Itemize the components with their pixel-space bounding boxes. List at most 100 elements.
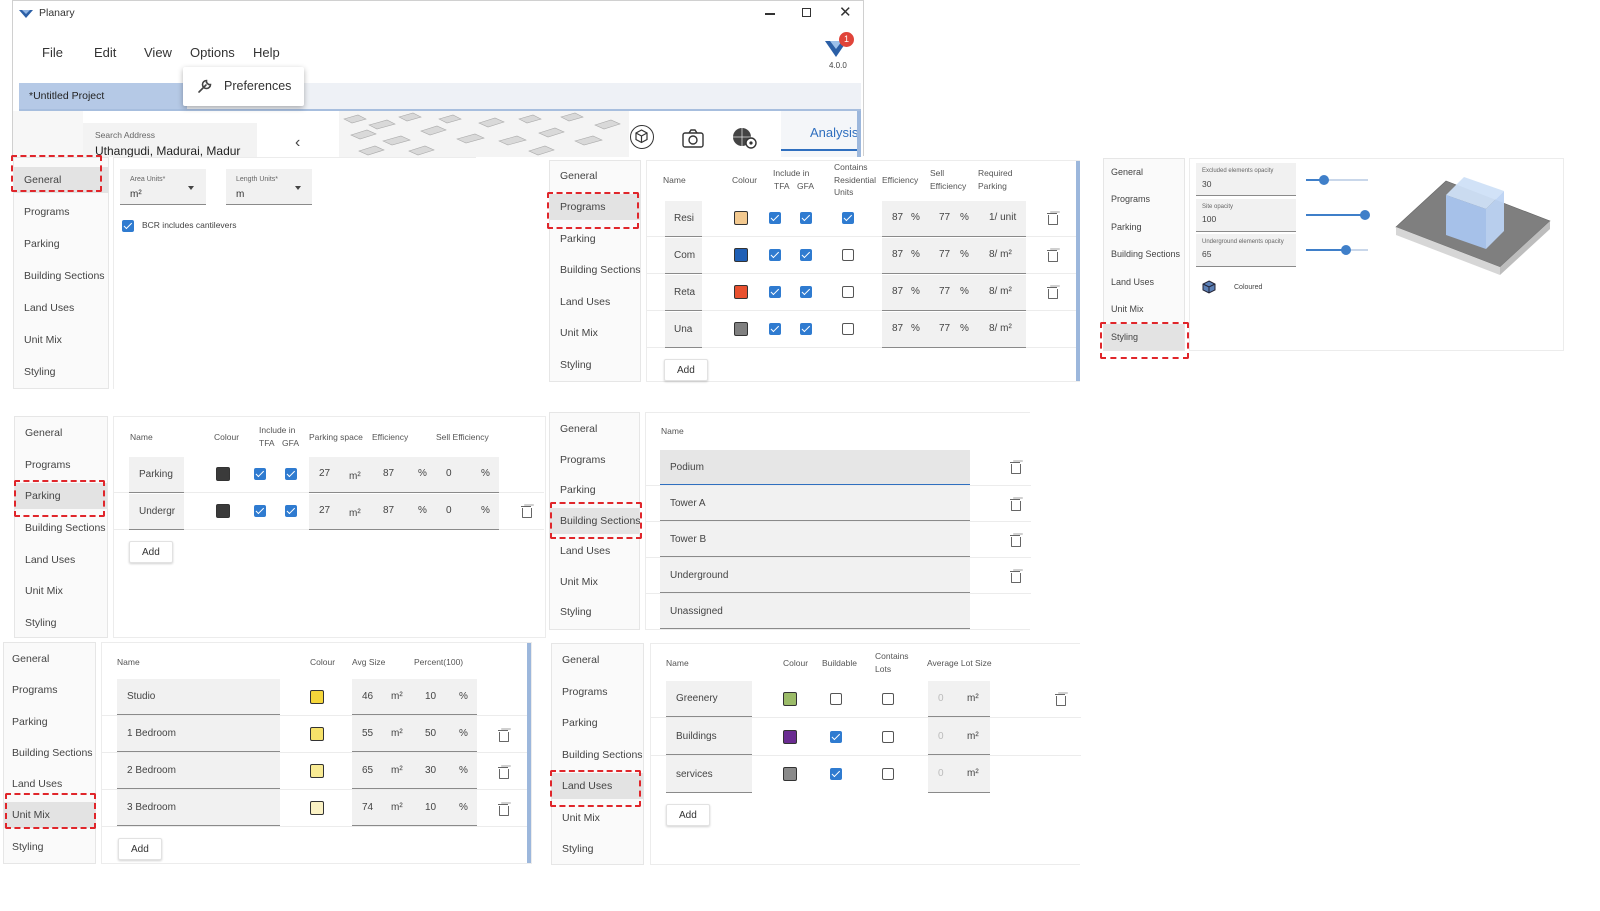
unit-name-input[interactable]: 2 Bedroom [117,753,280,789]
maximize-icon[interactable] [802,8,811,17]
program-name-input[interactable]: Resi [665,201,702,237]
analysis-tab[interactable]: Analysis [810,125,858,140]
nav-styling[interactable]: Styling [552,836,643,862]
add-parking-button[interactable]: Add [129,541,173,563]
nav-unit-mix[interactable]: Unit Mix [4,802,95,828]
nav-unit-mix[interactable]: Unit Mix [15,578,107,604]
unit-name-input[interactable]: Studio [117,679,280,715]
unit-colour-swatch[interactable] [310,727,324,741]
nav-general[interactable]: General [1104,159,1184,185]
residential-checkbox[interactable] [842,212,854,224]
coloured-cube-icon[interactable] [1202,280,1216,294]
nav-building-sections[interactable]: Building Sections [550,508,641,534]
add-unit-button[interactable]: Add [118,838,162,860]
gfa-checkbox[interactable] [285,468,297,480]
tfa-checkbox[interactable] [254,505,266,517]
nav-general[interactable]: General [550,163,640,189]
tfa-checkbox[interactable] [254,468,266,480]
program-colour-swatch[interactable] [734,322,748,336]
parking-colour-swatch[interactable] [216,467,230,481]
nav-building-sections[interactable]: Building Sections [15,515,107,541]
nav-parking[interactable]: Parking [550,477,639,503]
gfa-checkbox[interactable] [800,212,812,224]
program-colour-swatch[interactable] [734,285,748,299]
nav-programs[interactable]: Programs [1104,186,1184,212]
nav-land-uses[interactable]: Land Uses [552,773,643,799]
menu-view[interactable]: View [144,45,172,60]
delete-icon[interactable] [1010,461,1021,474]
landuse-name-input[interactable]: Greenery [666,681,752,717]
nav-programs[interactable]: Programs [550,194,640,220]
delete-icon[interactable] [1047,286,1058,299]
program-name-input[interactable]: Reta [665,275,702,311]
gfa-checkbox[interactable] [800,249,812,261]
nav-land-uses[interactable]: Land Uses [550,538,639,564]
project-tab[interactable]: *Untitled Project [19,83,187,109]
parking-values-input[interactable] [309,457,499,493]
site-opacity-thumb[interactable] [1360,210,1370,220]
contains-lots-checkbox[interactable] [882,768,894,780]
section-name-input[interactable]: Unassigned [660,594,970,629]
map-view[interactable] [339,111,629,157]
program-name-input[interactable]: Una [665,312,702,348]
nav-programs[interactable]: Programs [550,447,639,473]
program-colour-swatch[interactable] [734,211,748,225]
nav-styling[interactable]: Styling [550,599,639,625]
globe-settings-icon[interactable] [731,125,759,151]
excluded-opacity-thumb[interactable] [1319,175,1329,185]
delete-icon[interactable] [1055,693,1066,706]
nav-general[interactable]: General [4,646,95,672]
menu-edit[interactable]: Edit [94,45,116,60]
menu-help[interactable]: Help [253,45,280,60]
delete-icon[interactable] [498,803,509,816]
unit-colour-swatch[interactable] [310,801,324,815]
parking-values-input[interactable] [309,494,499,530]
search-input[interactable]: Uthangudi, Madurai, Madur [95,144,255,157]
unit-colour-swatch[interactable] [310,764,324,778]
delete-icon[interactable] [498,766,509,779]
buildable-checkbox[interactable] [830,731,842,743]
gfa-checkbox[interactable] [800,323,812,335]
delete-icon[interactable] [521,505,532,518]
nav-parking[interactable]: Parking [1104,214,1184,240]
delete-icon[interactable] [1010,498,1021,511]
add-landuse-button[interactable]: Add [666,804,710,826]
parking-colour-swatch[interactable] [216,504,230,518]
contains-lots-checkbox[interactable] [882,731,894,743]
parking-name-input[interactable]: Parking [129,457,184,493]
nav-land-uses[interactable]: Land Uses [15,547,107,573]
site-opacity-slider[interactable] [1306,214,1368,216]
nav-parking[interactable]: Parking [4,709,95,735]
gfa-checkbox[interactable] [285,505,297,517]
nav-general[interactable]: General [14,167,108,193]
bcr-checkbox[interactable] [122,220,134,232]
tfa-checkbox[interactable] [769,212,781,224]
nav-building-sections[interactable]: Building Sections [552,742,643,768]
nav-building-sections[interactable]: Building Sections [4,740,95,766]
gfa-checkbox[interactable] [800,286,812,298]
tfa-checkbox[interactable] [769,249,781,261]
residential-checkbox[interactable] [842,249,854,261]
nav-general[interactable]: General [550,416,639,442]
nav-unit-mix[interactable]: Unit Mix [552,805,643,831]
underground-opacity-thumb[interactable] [1341,245,1351,255]
notification-badge[interactable]: 1 [839,32,854,47]
nav-styling[interactable]: Styling [1104,324,1184,350]
unit-colour-swatch[interactable] [310,690,324,704]
nav-programs[interactable]: Programs [552,679,643,705]
nav-general[interactable]: General [552,647,643,673]
nav-building-sections[interactable]: Building Sections [550,257,641,283]
buildable-checkbox[interactable] [830,768,842,780]
nav-unit-mix[interactable]: Unit Mix [550,569,639,595]
unit-name-input[interactable]: 3 Bedroom [117,790,280,826]
delete-icon[interactable] [1047,212,1058,225]
unit-name-input[interactable]: 1 Bedroom [117,716,280,752]
section-name-input[interactable]: Podium [660,450,970,485]
nav-land-uses[interactable]: Land Uses [1104,269,1184,295]
tfa-checkbox[interactable] [769,323,781,335]
menu-file[interactable]: File [42,45,63,60]
nav-land-uses[interactable]: Land Uses [4,771,95,797]
nav-parking[interactable]: Parking [550,226,640,252]
landuse-name-input[interactable]: services [666,756,752,793]
program-colour-swatch[interactable] [734,248,748,262]
